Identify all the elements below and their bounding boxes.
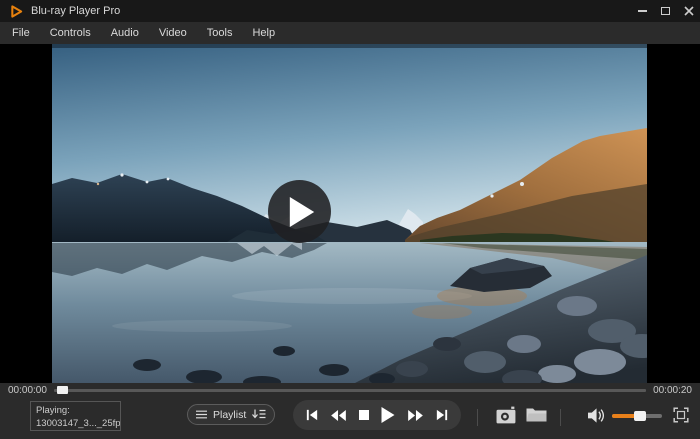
volume-handle[interactable] xyxy=(634,411,646,421)
divider xyxy=(560,409,561,426)
now-playing-filename: 13003147_3..._25fps.mp4 xyxy=(36,418,115,431)
previous-button[interactable] xyxy=(306,409,318,421)
previous-icon xyxy=(306,409,318,421)
transport-controls xyxy=(293,400,461,430)
fast-forward-button[interactable] xyxy=(408,410,423,421)
mute-button[interactable] xyxy=(588,407,607,429)
fast-forward-icon xyxy=(408,410,423,421)
menu-item-audio[interactable]: Audio xyxy=(101,22,149,44)
menu-item-tools[interactable]: Tools xyxy=(197,22,243,44)
close-icon xyxy=(684,6,694,16)
open-file-button[interactable] xyxy=(526,406,547,423)
next-icon xyxy=(436,409,448,421)
window-controls xyxy=(631,0,700,22)
menu-item-help[interactable]: Help xyxy=(242,22,285,44)
video-area[interactable] xyxy=(0,44,700,383)
play-icon xyxy=(289,197,315,227)
title-bar: Blu-ray Player Pro xyxy=(0,0,700,22)
now-playing-box: Playing: 13003147_3..._25fps.mp4 xyxy=(30,401,121,431)
progress-row: 00:00:00 00:00:20 xyxy=(0,383,700,397)
minimize-button[interactable] xyxy=(631,0,654,22)
progress-slider[interactable] xyxy=(54,389,646,392)
menu-bar: File Controls Audio Video Tools Help xyxy=(0,22,700,44)
list-icon xyxy=(196,410,207,419)
menu-item-controls[interactable]: Controls xyxy=(40,22,101,44)
playlist-button[interactable]: Playlist xyxy=(187,404,275,425)
control-bar: Playing: 13003147_3..._25fps.mp4 Playlis… xyxy=(0,397,700,439)
folder-icon xyxy=(526,406,547,423)
play-button[interactable] xyxy=(381,407,395,423)
app-window: Blu-ray Player Pro File Controls Audio V… xyxy=(0,0,700,439)
close-button[interactable] xyxy=(677,0,700,22)
play-overlay-button[interactable] xyxy=(268,180,331,243)
snapshot-button[interactable] xyxy=(496,406,517,424)
fullscreen-icon xyxy=(673,407,689,423)
playlist-order-icon xyxy=(252,409,266,420)
stop-icon xyxy=(359,410,369,420)
stop-button[interactable] xyxy=(359,410,369,420)
volume-slider[interactable] xyxy=(612,414,662,418)
speaker-icon xyxy=(588,407,607,424)
play-button-icon xyxy=(381,407,395,423)
total-time: 00:00:20 xyxy=(653,385,692,396)
maximize-icon xyxy=(661,7,670,15)
divider xyxy=(477,409,478,426)
fullscreen-button[interactable] xyxy=(673,407,689,428)
rewind-button[interactable] xyxy=(331,410,346,421)
video-frame xyxy=(52,44,647,383)
now-playing-label: Playing: xyxy=(36,405,115,418)
progress-handle[interactable] xyxy=(57,386,68,394)
elapsed-time: 00:00:00 xyxy=(8,385,47,396)
camera-icon xyxy=(496,406,517,424)
minimize-icon xyxy=(638,10,647,12)
app-logo-play-icon xyxy=(10,5,23,18)
menu-item-video[interactable]: Video xyxy=(149,22,197,44)
maximize-button[interactable] xyxy=(654,0,677,22)
next-button[interactable] xyxy=(436,409,448,421)
playlist-button-label: Playlist xyxy=(213,409,246,421)
rewind-icon xyxy=(331,410,346,421)
video-scene xyxy=(52,44,647,383)
window-title: Blu-ray Player Pro xyxy=(31,5,120,17)
menu-item-file[interactable]: File xyxy=(2,22,40,44)
